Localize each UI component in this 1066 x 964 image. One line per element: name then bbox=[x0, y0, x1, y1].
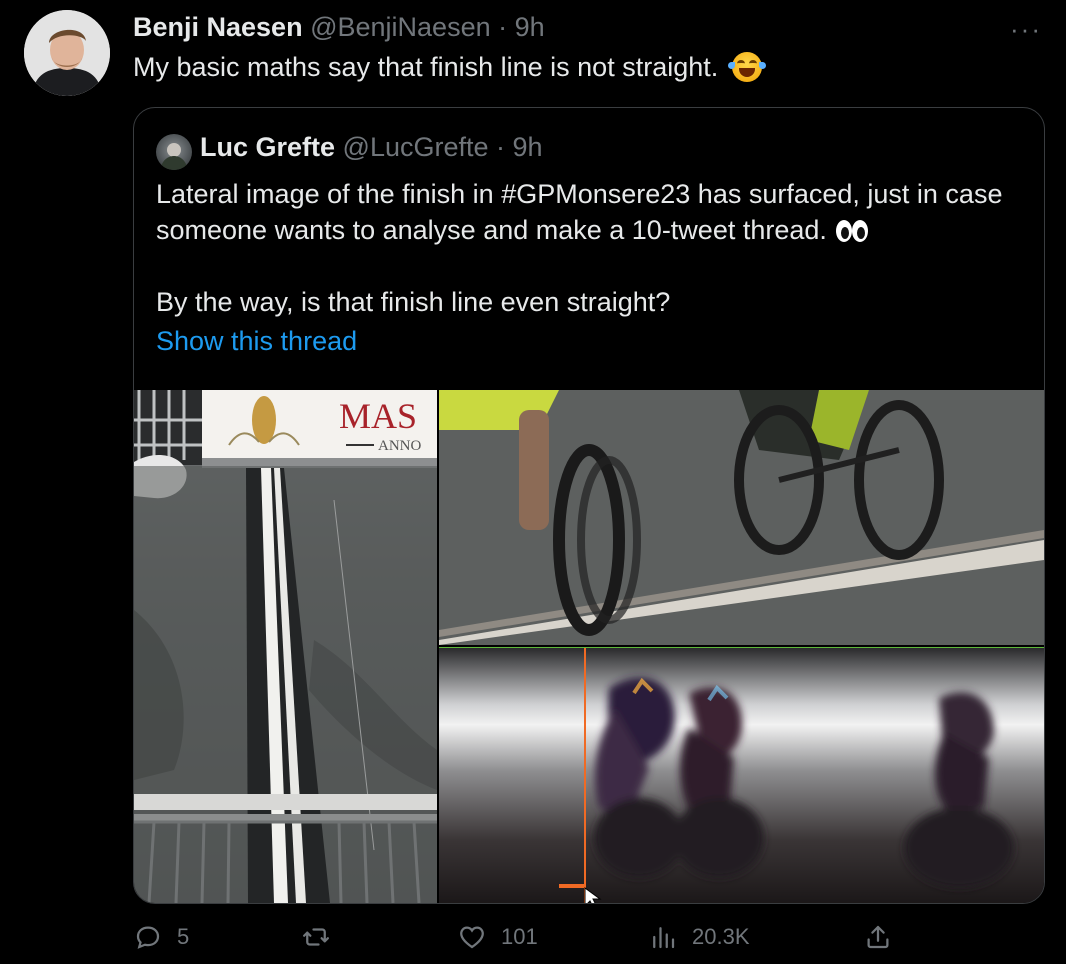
eyes-emoji-icon bbox=[836, 220, 869, 242]
quoted-tweet-paragraph: Lateral image of the finish in #GPMonser… bbox=[156, 176, 1026, 248]
views-icon bbox=[653, 927, 675, 949]
views-count: 20.3K bbox=[692, 924, 750, 949]
tweet-header: Benji Naesen @BenjiNaesen · 9h bbox=[133, 12, 545, 43]
quoted-author-name[interactable]: Luc Grefte bbox=[200, 132, 335, 162]
cyclists-closeup-photo[interactable] bbox=[439, 390, 1044, 645]
tweet-media[interactable]: MAS ANNO bbox=[134, 390, 1044, 903]
laughing-emoji-icon bbox=[727, 52, 766, 82]
share-icon bbox=[867, 925, 889, 949]
retweet-button[interactable] bbox=[301, 922, 345, 952]
show-thread-link[interactable]: Show this thread bbox=[156, 326, 357, 357]
retweet-icon bbox=[303, 928, 329, 946]
reply-icon bbox=[136, 926, 160, 949]
quoted-paragraph-1: Lateral image of the finish in #GPMonser… bbox=[156, 179, 1003, 245]
author-name[interactable]: Benji Naesen bbox=[133, 12, 303, 42]
reply-button[interactable]: 5 bbox=[133, 922, 189, 952]
tweet-text: My basic maths say that finish line is n… bbox=[133, 52, 766, 83]
quoted-author-handle[interactable]: @LucGrefte bbox=[343, 132, 489, 162]
views-button[interactable]: 20.3K bbox=[648, 922, 750, 952]
more-options-icon[interactable]: ··· bbox=[1010, 14, 1042, 45]
quoted-tweet-paragraph: By the way, is that finish line even str… bbox=[156, 287, 671, 317]
author-handle[interactable]: @BenjiNaesen bbox=[310, 12, 491, 42]
banner-subtext: ANNO bbox=[378, 438, 421, 454]
quoted-tweet[interactable]: Luc Grefte @LucGrefte · 9h Lateral image… bbox=[133, 107, 1045, 904]
heart-icon bbox=[460, 926, 484, 949]
tweet-time[interactable]: · 9h bbox=[498, 12, 545, 42]
author-avatar[interactable] bbox=[24, 10, 110, 96]
quoted-tweet-time[interactable]: · 9h bbox=[496, 132, 543, 162]
tweet-action-bar: 5 101 20.3K bbox=[133, 922, 1043, 962]
like-button[interactable]: 101 bbox=[457, 922, 538, 952]
share-button[interactable] bbox=[863, 922, 907, 952]
quoted-tweet-text: Lateral image of the finish in #GPMonser… bbox=[156, 176, 1026, 320]
quoted-tweet-header: Luc Grefte @LucGrefte · 9h bbox=[200, 132, 543, 163]
like-count: 101 bbox=[501, 924, 538, 949]
reply-count: 5 bbox=[177, 924, 190, 949]
finish-line-photo[interactable]: MAS ANNO bbox=[134, 390, 437, 903]
tweet-text-content: My basic maths say that finish line is n… bbox=[133, 52, 719, 82]
photo-finish-image[interactable] bbox=[439, 647, 1044, 903]
banner-text: MAS bbox=[339, 396, 417, 436]
quoted-author-avatar[interactable] bbox=[156, 134, 192, 170]
